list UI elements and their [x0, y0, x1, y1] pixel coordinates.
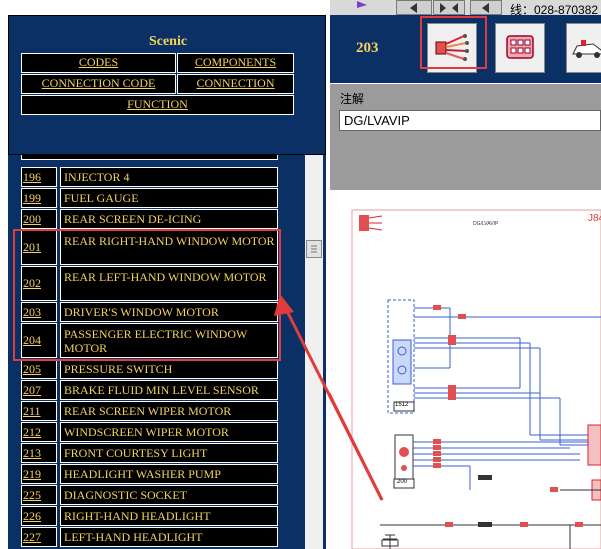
list-item-label[interactable]: HEADLIGHT WASHER PUMP [60, 464, 278, 484]
list-item-number[interactable]: 211 [21, 401, 57, 421]
codes-button[interactable]: CODES [21, 53, 176, 73]
list-item-label[interactable]: DIAGNOSTIC SOCKET [60, 485, 278, 505]
diagram-small-title: DG/LVAVIP [473, 221, 499, 227]
vehicle-icon[interactable] [566, 23, 601, 73]
list-item-label[interactable]: REAR SCREEN WIPER MOTOR [60, 401, 278, 421]
list-item-label[interactable]: BRAKE FLUID MIN LEVEL SENSOR [60, 380, 278, 400]
list-item-label[interactable]: REAR SCREEN DE-ICING [60, 209, 278, 229]
list-item-label[interactable]: FUEL GAUGE [60, 188, 278, 208]
list-item-label[interactable]: PRESSURE SWITCH [60, 359, 278, 379]
function-button[interactable]: FUNCTION [21, 95, 294, 115]
list-row-cut [21, 155, 278, 160]
toolbar-back-button[interactable] [470, 0, 502, 15]
part-number: 203 [356, 40, 379, 56]
list-item-number[interactable]: 219 [21, 464, 57, 484]
list-item-label[interactable]: WINDSCREEN WIPER MOTOR [60, 422, 278, 442]
list-item-number[interactable]: 225 [21, 485, 57, 505]
scrollbar-thumb[interactable] [306, 240, 322, 258]
list-item-number[interactable]: 196 [21, 167, 57, 187]
list-item-number[interactable]: 200 [21, 209, 57, 229]
list-item-label[interactable]: FRONT COURTESY LIGHT [60, 443, 278, 463]
list-item-label[interactable]: INJECTOR 4 [60, 167, 278, 187]
selection-highlight [13, 229, 281, 361]
connection-code-button[interactable]: CONNECTION CODE [21, 74, 176, 94]
highlight-box [420, 16, 487, 69]
notes-label: 注解 [340, 92, 365, 106]
list-item-number[interactable]: 226 [21, 506, 57, 526]
left-header-panel: Scenic CODES COMPONENTS CONNECTION CODE … [8, 15, 326, 155]
diagram-corner-code: J84 [588, 213, 601, 224]
list-item-number[interactable]: 212 [21, 422, 57, 442]
component-label: 1512 [395, 402, 409, 408]
flag-icon[interactable] [355, 0, 369, 13]
list-item-number[interactable]: 199 [21, 188, 57, 208]
components-button[interactable]: COMPONENTS [177, 53, 294, 73]
annotation-arrow [274, 294, 384, 501]
diagram-name-field[interactable]: DG/LVAVIP [339, 110, 601, 131]
list-item-number[interactable]: 213 [21, 443, 57, 463]
list-item-label[interactable]: LEFT-HAND HEADLIGHT [60, 527, 278, 547]
top-blank-area [0, 0, 330, 15]
vehicle-title: Scenic [148, 34, 188, 49]
connection-button[interactable]: CONNECTION [177, 74, 294, 94]
list-item-number[interactable]: 227 [21, 527, 57, 547]
list-item-number[interactable]: 207 [21, 380, 57, 400]
toolbar-prev-button[interactable] [396, 0, 432, 15]
toolbar-swap-button[interactable] [433, 0, 465, 15]
list-item-number[interactable]: 205 [21, 359, 57, 379]
component-label: 200 [397, 479, 408, 485]
list-item-label[interactable]: RIGHT-HAND HEADLIGHT [60, 506, 278, 526]
connector-icon[interactable] [495, 23, 545, 73]
